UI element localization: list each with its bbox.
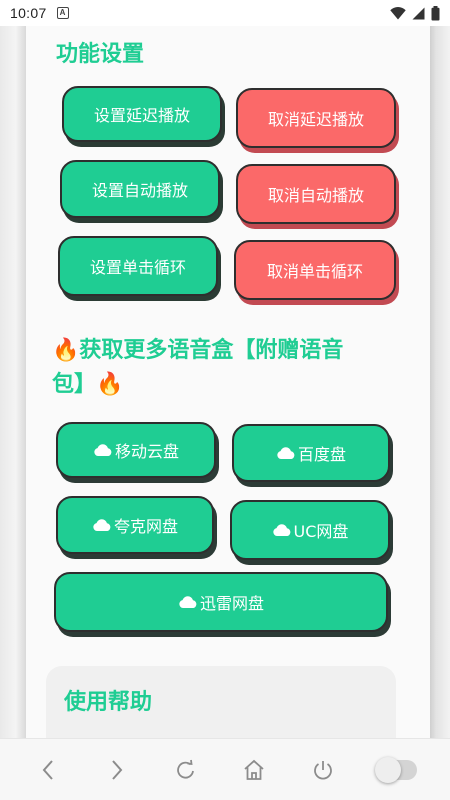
- set-delay-play-button[interactable]: 设置延迟播放: [62, 86, 222, 142]
- cloud-icon: [277, 447, 295, 459]
- cancel-click-loop-button[interactable]: 取消单击循环: [234, 240, 396, 300]
- status-bar: 10:07 A: [0, 0, 450, 26]
- cloud-icon: [179, 596, 197, 608]
- settings-title: 功能设置: [56, 42, 145, 67]
- battery-icon: [431, 5, 440, 20]
- cloud-icon: [94, 444, 112, 456]
- cell-signal-icon: [412, 7, 425, 19]
- help-card: 使用帮助: [46, 666, 396, 738]
- toggle-knob: [374, 756, 401, 783]
- content-page[interactable]: 功能设置 设置延迟播放 取消延迟播放 设置自动播放 取消自动播放 设置单击循环 …: [26, 26, 430, 738]
- page-frame-left: [0, 26, 26, 738]
- quark-pan-button[interactable]: 夸克网盘: [56, 496, 214, 554]
- help-title: 使用帮助: [64, 690, 153, 715]
- power-icon[interactable]: [308, 755, 338, 785]
- voicebox-title: 🔥获取更多语音盒【附赠语音 包】🔥: [52, 334, 412, 402]
- voicebox-title-line2: 包】🔥: [52, 372, 124, 397]
- set-auto-play-button[interactable]: 设置自动播放: [60, 160, 220, 218]
- mobile-cloud-label: 移动云盘: [114, 442, 179, 461]
- cancel-delay-play-button[interactable]: 取消延迟播放: [236, 88, 396, 148]
- wifi-icon: [390, 6, 406, 19]
- quark-pan-label: 夸克网盘: [113, 517, 178, 536]
- forward-icon[interactable]: [102, 755, 132, 785]
- back-icon[interactable]: [33, 755, 63, 785]
- home-icon[interactable]: [239, 755, 269, 785]
- cancel-auto-play-button[interactable]: 取消自动播放: [236, 164, 396, 224]
- cloud-icon: [272, 524, 290, 536]
- cloud-icon: [93, 519, 111, 531]
- notification-badge-icon: A: [56, 7, 69, 19]
- baidu-pan-label: 百度盘: [297, 445, 346, 464]
- status-icons: [390, 5, 440, 21]
- mobile-cloud-button[interactable]: 移动云盘: [56, 422, 216, 478]
- uc-pan-button[interactable]: UC网盘: [230, 500, 390, 560]
- page-frame-right: [430, 26, 450, 738]
- uc-pan-label: UC网盘: [293, 522, 349, 541]
- toggle-switch[interactable]: [374, 756, 417, 783]
- voicebox-title-line1: 🔥获取更多语音盒【附赠语音: [52, 338, 344, 363]
- set-click-loop-button[interactable]: 设置单击循环: [58, 236, 218, 296]
- xunlei-pan-label: 迅雷网盘: [199, 594, 264, 613]
- status-time: 10:07: [10, 5, 47, 21]
- baidu-pan-button[interactable]: 百度盘: [232, 424, 390, 482]
- bottom-nav: [0, 738, 450, 800]
- xunlei-pan-button[interactable]: 迅雷网盘: [54, 572, 388, 632]
- refresh-icon[interactable]: [171, 755, 201, 785]
